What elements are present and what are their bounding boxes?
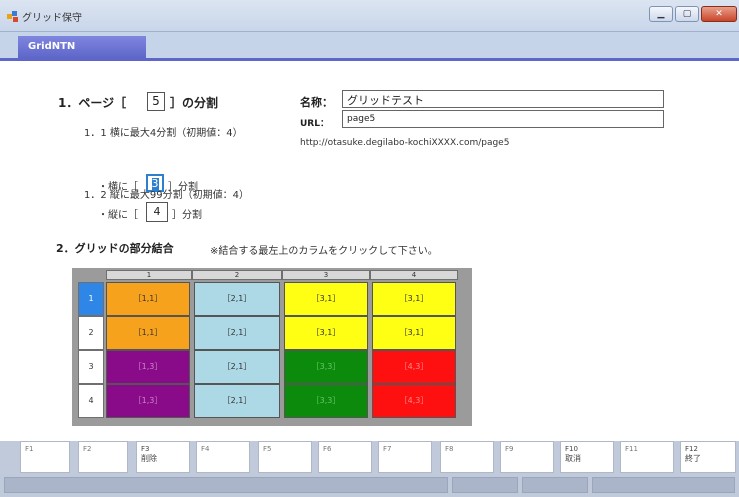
fkey-f11[interactable]: F11 [620, 441, 674, 473]
tab-bar: GridNTN [0, 32, 739, 58]
fkey-f8[interactable]: F8 [440, 441, 494, 473]
grid-cell[interactable]: ［3,1］ [372, 316, 456, 350]
fkey-f4[interactable]: F4 [196, 441, 250, 473]
fkey-number: F4 [201, 445, 210, 453]
section1-sub2: 1．2 縦に最大99分割（初期値：4） [84, 190, 249, 201]
fkey-number: F3 [141, 445, 150, 453]
rows-label-pre: ・縦に［ [98, 210, 138, 221]
fkey-number: F11 [625, 445, 638, 453]
grid-cell[interactable]: ［3,1］ [284, 282, 368, 316]
name-label: 名称： [300, 96, 333, 109]
grid-cell[interactable]: ［2,1］ [194, 384, 280, 418]
fkey-f1[interactable]: F1 [20, 441, 70, 473]
url-label: URL： [300, 119, 329, 129]
grid-cell[interactable]: ［3,3］ [284, 384, 368, 418]
fkey-f5[interactable]: F5 [258, 441, 312, 473]
grid-cell[interactable]: ［1,3］ [106, 350, 190, 384]
section1-heading-post: ］の分割 [170, 96, 219, 110]
fkey-number: F10 [565, 445, 578, 453]
fkey-f9[interactable]: F9 [500, 441, 554, 473]
grid-cell[interactable]: ［1,1］ [106, 316, 190, 350]
grid-cell[interactable]: ［1,3］ [106, 384, 190, 418]
status-segment [592, 477, 735, 493]
fkey-number: F2 [83, 445, 92, 453]
section2-heading: 2．グリッドの部分結合 [56, 242, 174, 255]
fkey-number: F6 [323, 445, 332, 453]
rows-label-post: ］分割 [172, 210, 202, 221]
fkey-number: F5 [263, 445, 272, 453]
close-button[interactable]: ✕ [701, 6, 737, 22]
grid-row-number[interactable]: 4 [78, 384, 104, 418]
fkey-f3[interactable]: F3 削除 [136, 441, 190, 473]
grid-cell[interactable]: ［2,1］ [194, 316, 280, 350]
grid-row-number[interactable]: 2 [78, 316, 104, 350]
fkey-number: F1 [25, 445, 34, 453]
rows-input[interactable]: 4 [146, 202, 168, 222]
section1-heading-pre: 1．ページ［ [58, 96, 127, 110]
close-icon: ✕ [715, 9, 723, 19]
section2-note: ※結合する最左上のカラムをクリックして下さい。 [210, 246, 438, 257]
maximize-button[interactable]: ▢ [675, 6, 699, 22]
name-input[interactable]: グリッドテスト [342, 90, 664, 108]
url-input[interactable]: page5 [342, 110, 664, 128]
grid-cell[interactable]: ［2,1］ [194, 350, 280, 384]
section1-sub1: 1．1 横に最大4分割（初期値：4） [84, 128, 243, 139]
fkey-f12[interactable]: F12 終了 [680, 441, 736, 473]
minimize-icon: ▁ [657, 9, 665, 19]
section1-heading: 1．ページ［ [58, 94, 126, 111]
maximize-icon: ▢ [682, 9, 692, 19]
grid-row-number[interactable]: 1 [78, 282, 104, 316]
grid-column-header[interactable]: 3 [282, 270, 370, 280]
page-number-box[interactable]: 5 [147, 92, 165, 111]
merge-grid: 1 2 3 4 1 ［1,1］ ［2,1］ ［3,1］ ［3,1］ 2 ［1,1… [72, 268, 472, 426]
fkey-label: 削除 [141, 454, 157, 463]
fkey-f7[interactable]: F7 [378, 441, 432, 473]
title-bar: グリッド保守 ▁ ▢ ✕ [0, 0, 739, 32]
grid-cell[interactable]: ［3,1］ [284, 316, 368, 350]
grid-cell[interactable]: ［3,1］ [372, 282, 456, 316]
window-title: グリッド保守 [22, 13, 82, 24]
grid-row-number[interactable]: 3 [78, 350, 104, 384]
grid-cell[interactable]: ［4,3］ [372, 384, 456, 418]
window-controls: ▁ ▢ ✕ [649, 6, 737, 22]
grid-column-header[interactable]: 1 [106, 270, 192, 280]
fkey-f6[interactable]: F6 [318, 441, 372, 473]
tab-gridntn[interactable]: GridNTN [18, 36, 146, 58]
fkey-number: F7 [383, 445, 392, 453]
grid-cell[interactable]: ［1,1］ [106, 282, 190, 316]
fkey-number: F9 [505, 445, 514, 453]
grid-cell[interactable]: ［2,1］ [194, 282, 280, 316]
status-segment [522, 477, 588, 493]
full-url-text: http://otasuke.degilabo-kochiXXXX.com/pa… [300, 138, 510, 148]
fkey-number: F12 [685, 445, 698, 453]
grid-column-header[interactable]: 4 [370, 270, 458, 280]
minimize-button[interactable]: ▁ [649, 6, 673, 22]
app-icon [7, 11, 18, 22]
tab-accent-line [0, 58, 739, 61]
fkey-number: F8 [445, 445, 454, 453]
fkey-f2[interactable]: F2 [78, 441, 128, 473]
fkey-f10[interactable]: F10 取消 [560, 441, 614, 473]
grid-column-header[interactable]: 2 [192, 270, 282, 280]
grid-cell[interactable]: ［4,3］ [372, 350, 456, 384]
status-segment [4, 477, 448, 493]
grid-cell[interactable]: ［3,3］ [284, 350, 368, 384]
fkey-label: 終了 [685, 454, 701, 463]
status-segment [452, 477, 518, 493]
fkey-label: 取消 [565, 454, 581, 463]
